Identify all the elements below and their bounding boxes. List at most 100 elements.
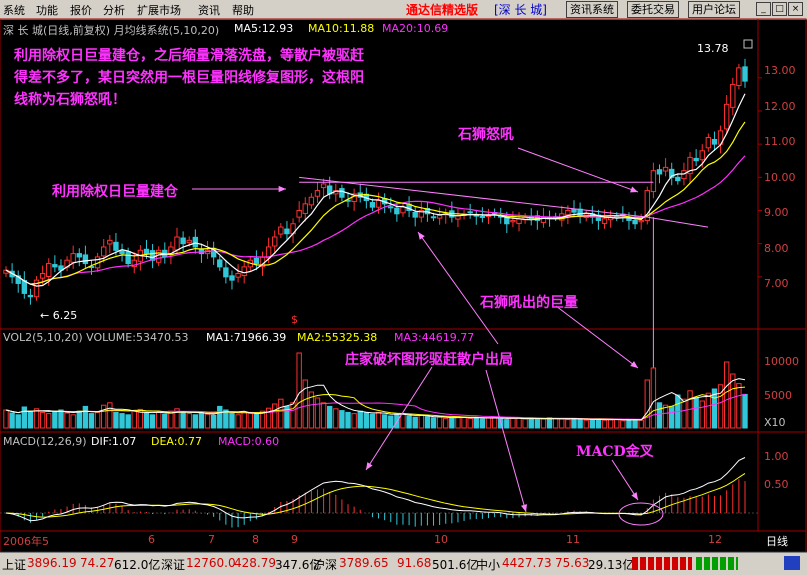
volume-bar [388, 415, 394, 429]
candle-body [284, 228, 290, 235]
period-label[interactable]: 日线 [766, 533, 788, 549]
volume-bar [736, 383, 742, 429]
network-status-icon[interactable] [784, 556, 800, 570]
candle-body [107, 239, 113, 245]
hs-amount: 501.6亿 [432, 558, 479, 572]
trend-line-extension [647, 216, 709, 228]
volume-bar [351, 413, 357, 429]
intro-annotation: 利用除权日巨量建仓，之后缩量滑落洗盘，等散户被驱赶得差不多了，某日突然用一根巨量… [14, 48, 364, 108]
volume-bar [662, 404, 669, 429]
volume-axis-unit: X10 [764, 416, 786, 429]
roar-volume-arrow [555, 305, 639, 369]
shakeout-annotation: 庄家破坏图形驱赶散户出局 [345, 352, 513, 368]
candle-body [235, 273, 241, 278]
candle-body [52, 264, 58, 268]
candle-body [571, 208, 577, 213]
hs-change: 91.68 [397, 556, 432, 570]
candle-body [369, 202, 376, 208]
volume-bar [528, 417, 534, 429]
candle-body [430, 216, 437, 219]
volume-bar [320, 402, 327, 429]
dea-value: DEA:0.77 [151, 435, 202, 448]
sh-name: 上证 [2, 558, 27, 572]
volume-bar [198, 411, 205, 429]
volume-bar [94, 411, 101, 429]
candle-body [736, 67, 742, 86]
volume-bar [412, 416, 418, 429]
volume-bar [418, 414, 425, 429]
volume-bar [119, 413, 125, 429]
candle-body [650, 170, 657, 193]
volume-bar [192, 414, 199, 429]
volume-bar [595, 418, 602, 429]
volume-panel-title: VOL2(5,10,20) VOLUME:53470.53 [3, 331, 189, 344]
candle-body [400, 206, 406, 214]
volume-bar [565, 419, 571, 429]
volume-bar [491, 416, 498, 429]
zx-amount: 29.13亿 [588, 558, 635, 572]
volume-bar [46, 413, 52, 429]
volume-bar [180, 412, 186, 429]
ma20-value: MA20:10.69 [382, 22, 449, 35]
volume-bar [473, 417, 479, 429]
candle-body [662, 166, 669, 172]
volume-bar [186, 413, 192, 429]
vol-ma3-value: MA3:44619.77 [394, 331, 475, 344]
market-breadth-bar [632, 557, 772, 570]
volume-bar [638, 419, 644, 429]
volume-bar [436, 416, 443, 429]
candle-body [467, 211, 473, 214]
volume-bar [149, 414, 156, 429]
volume-bar [601, 419, 608, 429]
price-axis-tick: 13.00 [764, 64, 796, 77]
volume-bar [326, 405, 333, 429]
candle-body [241, 266, 247, 277]
candle-body [180, 237, 186, 245]
golden-cross-arrow-head [631, 492, 638, 500]
volume-bar [278, 398, 284, 429]
volume-bar [449, 417, 455, 429]
volume-bar [82, 405, 89, 429]
candle-body [278, 226, 284, 235]
zx-index: 4427.73 [502, 556, 552, 570]
volume-bar [223, 409, 229, 429]
volume-bar [644, 379, 650, 429]
volume-bar [461, 416, 467, 429]
volume-bar [241, 411, 247, 429]
price-panel-title: 深 长 城(日线,前复权) 月均线系统(5,10,20) [3, 24, 220, 37]
roar-annotation: 石狮怒吼 [458, 127, 514, 143]
volume-bar [504, 419, 510, 429]
candle-body [308, 196, 315, 206]
volume-bar [107, 402, 113, 429]
macd-panel-title: MACD(12,26,9) [3, 435, 87, 448]
volume-bar [723, 361, 730, 429]
candle-body [339, 188, 345, 198]
ma10-line [5, 121, 746, 285]
candle-body [46, 263, 52, 277]
zx-name: 中小 [476, 558, 501, 572]
volume-bar [406, 415, 412, 429]
candle-body [229, 275, 235, 281]
volume-bar [467, 417, 473, 429]
ma10-value: MA10:11.88 [308, 22, 375, 35]
volume-bar [155, 411, 162, 429]
volume-bar [27, 410, 34, 429]
high-marker [743, 39, 753, 49]
low-price-label: ← 6.25 [40, 309, 78, 322]
volume-bar [742, 393, 748, 429]
volume-bar [626, 419, 632, 429]
candle-body [705, 137, 712, 149]
volume-bar [101, 404, 107, 429]
volume-bar [229, 412, 235, 429]
volume-bar [253, 413, 260, 429]
ex-rights-marker: $ [291, 313, 298, 326]
candle-body [82, 254, 89, 265]
candle-body [632, 219, 638, 225]
x-axis-label: 9 [291, 533, 298, 546]
candle-body [253, 257, 260, 265]
volume-bar [247, 413, 253, 429]
price-axis-tick: 10.00 [764, 171, 796, 184]
price-axis-tick: 12.00 [764, 100, 796, 113]
vol-ma2-value: MA2:55325.38 [297, 331, 378, 344]
volume-bar [705, 392, 712, 429]
